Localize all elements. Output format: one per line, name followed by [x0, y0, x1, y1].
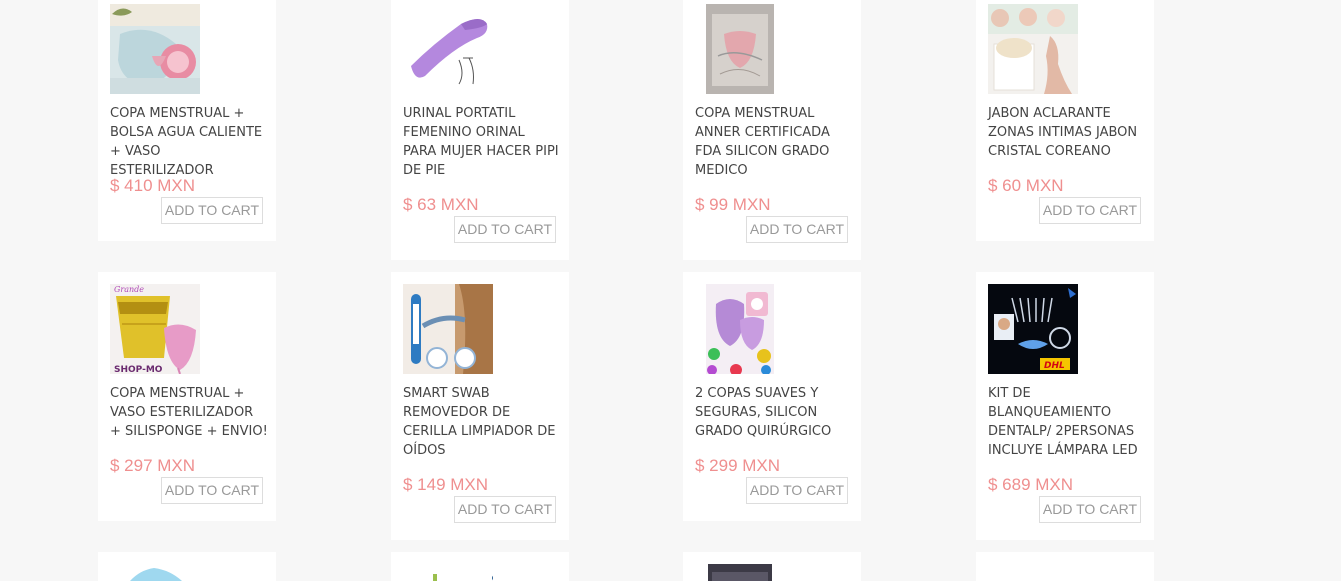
add-to-cart-button[interactable]: ADD TO CART	[746, 477, 848, 504]
product-title[interactable]: URINAL PORTATIL FEMENINO ORINAL PARA MUJ…	[403, 104, 561, 180]
product-card: Grande SHOP-MO COPA MENSTRUAL + VASO EST…	[98, 272, 276, 521]
image-text: DHL	[1044, 361, 1065, 371]
product-image-portable-urinal[interactable]	[403, 4, 499, 94]
product-image-whitening-soap[interactable]	[988, 4, 1078, 94]
product-card	[683, 552, 861, 581]
product-card: JABON ACLARANTE ZONAS INTIMAS JABON CRIS…	[976, 0, 1154, 241]
add-to-cart-button[interactable]: ADD TO CART	[454, 496, 556, 523]
add-to-cart-button[interactable]: ADD TO CART	[1039, 197, 1141, 224]
add-to-cart-button[interactable]: ADD TO CART	[161, 197, 263, 224]
add-to-cart-button[interactable]: ADD TO CART	[454, 216, 556, 243]
product-image-partial[interactable]	[708, 564, 772, 581]
product-title[interactable]: COPA MENSTRUAL + BOLSA AGUA CALIENTE + V…	[110, 104, 268, 180]
add-to-cart-button[interactable]: ADD TO CART	[746, 216, 848, 243]
product-image-menstrual-cup-hot-water-bag[interactable]	[110, 4, 200, 94]
product-image-teeth-whitening-kit[interactable]: DHL	[988, 284, 1078, 374]
product-card: COPA MENSTRUAL + BOLSA AGUA CALIENTE + V…	[98, 0, 276, 241]
product-card	[976, 552, 1154, 581]
product-image-partial[interactable]	[110, 564, 200, 581]
image-text: SHOP-MO	[114, 365, 163, 374]
product-image-smart-swab[interactable]	[403, 284, 493, 374]
product-price: $ 689 MXN	[988, 475, 1074, 494]
product-price: $ 60 MXN	[988, 176, 1064, 195]
product-image-cup-sterilizer[interactable]: Grande SHOP-MO	[110, 284, 200, 374]
product-card: URINAL PORTATIL FEMENINO ORINAL PARA MUJ…	[391, 0, 569, 260]
product-card: DHL KIT DE BLANQUEAMIENTO DENTALP/ 2PERS…	[976, 272, 1154, 540]
product-image-anner-cup[interactable]	[706, 4, 774, 94]
product-title[interactable]: SMART SWAB REMOVEDOR DE CERILLA LIMPIADO…	[403, 384, 561, 460]
image-text: Grande	[114, 285, 144, 294]
product-price: $ 410 MXN	[110, 176, 196, 195]
product-grid: COPA MENSTRUAL + BOLSA AGUA CALIENTE + V…	[0, 0, 1341, 581]
product-card	[391, 552, 569, 581]
product-price: $ 63 MXN	[403, 195, 479, 214]
product-title[interactable]: COPA MENSTRUAL ANNER CERTIFICADA FDA SIL…	[695, 104, 853, 180]
product-title[interactable]: 2 COPAS SUAVES Y SEGURAS, SILICON GRADO …	[695, 384, 853, 441]
product-price: $ 299 MXN	[695, 456, 781, 475]
product-title[interactable]: KIT DE BLANQUEAMIENTO DENTALP/ 2PERSONAS…	[988, 384, 1146, 460]
add-to-cart-button[interactable]: ADD TO CART	[1039, 496, 1141, 523]
product-card: 2 COPAS SUAVES Y SEGURAS, SILICON GRADO …	[683, 272, 861, 521]
product-price: $ 297 MXN	[110, 456, 196, 475]
product-card	[98, 552, 276, 581]
add-to-cart-button[interactable]: ADD TO CART	[161, 477, 263, 504]
product-card: COPA MENSTRUAL ANNER CERTIFICADA FDA SIL…	[683, 0, 861, 260]
product-price: $ 99 MXN	[695, 195, 771, 214]
product-image-two-cups[interactable]	[706, 284, 774, 374]
product-price: $ 149 MXN	[403, 475, 489, 494]
product-title[interactable]: JABON ACLARANTE ZONAS INTIMAS JABON CRIS…	[988, 104, 1146, 161]
product-image-partial[interactable]	[403, 564, 493, 581]
product-title[interactable]: COPA MENSTRUAL + VASO ESTERILIZADOR + SI…	[110, 384, 268, 441]
product-card: SMART SWAB REMOVEDOR DE CERILLA LIMPIADO…	[391, 272, 569, 540]
